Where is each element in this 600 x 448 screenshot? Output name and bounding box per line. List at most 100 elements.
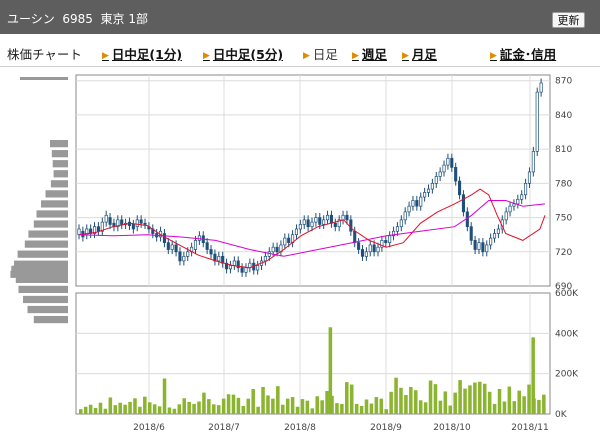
arrow-right-icon: ▶: [490, 51, 497, 61]
volume-bar: [103, 408, 108, 414]
candle-body: [454, 167, 458, 182]
date-tick-label: 2018/9: [370, 423, 402, 433]
volume-bar: [123, 404, 127, 414]
volume-bar: [246, 398, 251, 414]
volume-bar: [473, 382, 477, 414]
volume-bar: [487, 391, 492, 414]
volume-bar: [359, 405, 364, 414]
volume-bar: [261, 386, 265, 414]
candle-body: [434, 176, 438, 184]
volume-profile-bar: [11, 265, 69, 273]
candle-body: [426, 188, 431, 193]
candle-body: [139, 219, 143, 224]
candle-body: [162, 233, 166, 244]
candle-body: [512, 203, 516, 207]
candle-body: [186, 251, 190, 257]
volume-profile-bar: [36, 210, 68, 218]
candle-body: [263, 255, 267, 262]
volume-bar: [207, 399, 211, 414]
volume-bar: [492, 403, 497, 414]
refresh-button[interactable]: 更新: [552, 12, 585, 28]
volume-profile-bar: [50, 140, 68, 148]
volume-bar: [271, 398, 275, 414]
candle-body: [504, 211, 508, 221]
volume-bar: [216, 405, 221, 414]
candle-body: [376, 246, 380, 253]
nav-item-intraday-5min[interactable]: ▶ 日中足(5分): [203, 44, 283, 63]
candle-body: [349, 219, 353, 232]
candle-body: [423, 192, 427, 198]
volume-bar: [448, 405, 453, 414]
candle-body: [271, 246, 275, 253]
volume-tick-label: 200K: [555, 370, 579, 380]
nav-item-margin[interactable]: ▶ 証金･信用: [490, 44, 556, 63]
candle-body: [360, 249, 365, 257]
price-tick-label: 780: [555, 179, 572, 189]
volume-bar: [212, 404, 216, 414]
nav-item-monthly[interactable]: ▶ 月足: [402, 44, 437, 63]
volume-profile-bar: [41, 200, 68, 208]
volume-bar: [320, 400, 324, 414]
volume-bar: [537, 399, 541, 414]
volume-bar: [147, 402, 152, 414]
volume-bar: [221, 398, 226, 414]
candle-body: [473, 240, 477, 250]
date-tick-label: 2018/8: [284, 423, 316, 433]
nav-item-weekly[interactable]: ▶ 週足: [352, 44, 387, 63]
candle-body: [368, 244, 372, 253]
candle-body: [287, 237, 291, 244]
price-tick-label: 840: [555, 111, 572, 121]
candle-body: [407, 205, 411, 213]
volume-bar: [325, 391, 329, 414]
volume-bar: [389, 391, 393, 414]
volume-bar: [512, 401, 517, 414]
candle-body: [329, 214, 333, 224]
candle-body: [193, 240, 198, 250]
candle-body: [228, 265, 233, 270]
candle-body: [205, 242, 209, 250]
volume-bar: [187, 401, 191, 414]
volume-profile-bar: [33, 315, 68, 324]
price-tick-label: 810: [555, 145, 572, 155]
candle-body: [388, 235, 392, 244]
volume-bar: [478, 381, 482, 414]
volume-bar: [266, 395, 270, 414]
volume-bar: [88, 404, 93, 414]
volume-bar: [300, 399, 305, 414]
candle-body: [469, 226, 473, 241]
arrow-right-icon: ▶: [352, 51, 359, 61]
candle-body: [496, 228, 500, 234]
volume-bar: [354, 403, 359, 414]
candle-body: [345, 214, 349, 221]
volume-profile-bar: [51, 150, 68, 158]
volume-profile-bar: [33, 220, 68, 228]
candle-body: [411, 200, 415, 207]
volume-bar: [374, 397, 379, 414]
candle-body: [524, 183, 528, 196]
volume-bar: [542, 394, 546, 414]
volume-bar: [497, 388, 502, 414]
nav-item-intraday-1min[interactable]: ▶ 日中足(1分): [102, 44, 182, 63]
candle-body: [217, 255, 221, 262]
candle-body: [403, 211, 407, 221]
volume-bar: [83, 406, 88, 414]
volume-profile-bar: [15, 275, 69, 283]
volume-bar: [202, 392, 206, 414]
volume-bar: [182, 398, 186, 414]
candle-body: [372, 244, 376, 253]
candle-body: [131, 224, 135, 230]
arrow-right-icon: ▶: [102, 51, 109, 61]
volume-bar: [399, 387, 403, 414]
volume-bar: [305, 400, 310, 414]
volume-profile-bar: [28, 230, 68, 238]
volume-profile-bar: [50, 180, 68, 188]
volume-bar: [310, 408, 315, 414]
candle-body: [341, 214, 345, 221]
volume-bar: [379, 398, 384, 414]
volume-bar-spike: [531, 337, 535, 414]
candle-body: [395, 226, 399, 232]
volume-bar: [162, 378, 167, 414]
volume-bar: [167, 407, 172, 414]
candle-body: [399, 219, 403, 228]
stock-chart: 690720750780810840870 0K200K400K600K 201…: [10, 74, 579, 433]
